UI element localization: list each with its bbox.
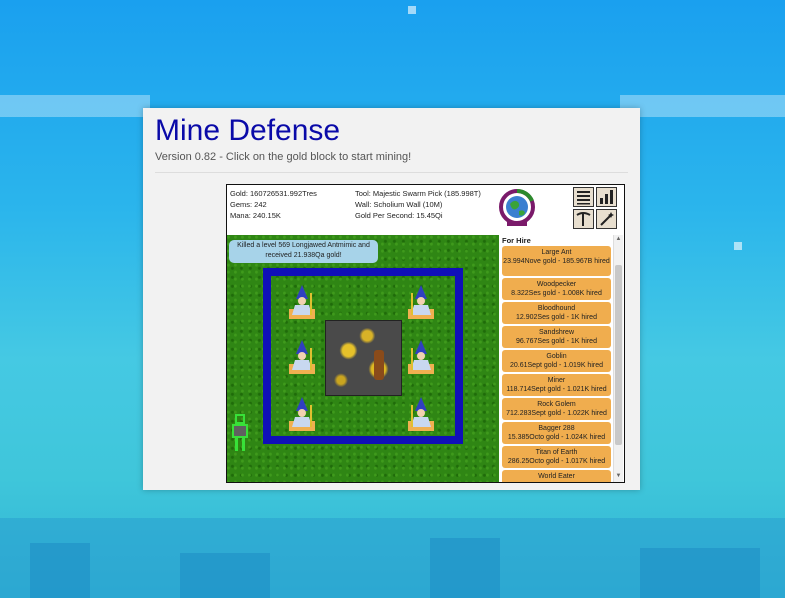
stats-chart-icon [600,190,613,204]
gems-stat: Gems: 242 [230,200,267,209]
hire-detail: 20.61Sept gold - 1.019K hired [509,362,603,369]
hire-button-large-ant[interactable]: Large Ant 23.994Nove gold - 185.967B hire… [502,246,611,276]
game-panel: Mine Defense Version 0.82 - Click on the… [143,108,640,490]
hire-name: Rock Golem [537,401,576,408]
wizard-icon [408,340,434,374]
background-cloud [620,95,785,117]
wizard-icon [408,285,434,319]
hire-button-titan-of-earth[interactable]: Titan of Earth 286.25Octo gold - 1.017K h… [502,446,611,468]
tools-button[interactable] [573,209,594,229]
hire-name: Miner [547,377,566,384]
hire-button-woodpecker[interactable]: Woodpecker 8.322Ses gold - 1.008K hired [502,278,611,300]
hire-name: Sandshrew [538,329,575,336]
hire-detail: 286.25Octo gold - 1.017K hired [507,458,606,465]
magic-button[interactable] [596,209,617,229]
background-pixel [734,242,742,250]
hire-button-rock-golem[interactable]: Rock Golem 712.283Sept gold - 1.022K hire… [502,398,611,420]
gold-per-second-stat: Gold Per Second: 15.45Qi [355,211,443,220]
gold-stat: Gold: 160726531.992Tres [230,189,317,198]
wizard-icon [289,397,315,431]
hire-scrollbar[interactable]: ▲ ▼ [613,235,623,482]
background-skyline [640,548,760,598]
hire-name: Bagger 288 [538,425,575,432]
wizard-icon [408,397,434,431]
hire-detail: 712.283Sept gold - 1.022K hired [506,410,607,417]
hire-button-miner[interactable]: Miner 118.714Sept gold - 1.021K hired [502,374,611,396]
hire-detail: 118.714Sept gold - 1.021K hired [506,386,607,393]
scroll-up-icon[interactable]: ▲ [615,236,622,243]
hire-list: Large Ant 23.994Nove gold - 185.967B hire… [502,246,611,482]
menu-list-button[interactable] [573,187,594,207]
hire-detail: 8.322Ses gold - 1.008K hired [511,290,602,297]
hire-button-goblin[interactable]: Goblin 20.61Sept gold - 1.019K hired [502,350,611,372]
mana-stat: Mana: 240.15K [230,211,281,220]
wizard-icon [289,340,315,374]
wall-stat: Wall: Scholium Wall (10M) [355,200,443,209]
hire-button-world-eater[interactable]: World Eater [502,470,611,482]
hire-detail: 12.902Ses gold - 1K hired [516,314,597,321]
orb-icon[interactable] [499,189,535,227]
background-skyline [180,553,270,598]
hire-name: Goblin [546,353,567,360]
magic-wand-icon [600,212,614,226]
tool-stat: Tool: Majestic Swarm Pick (185.998T) [355,189,481,198]
hire-button-bagger-288[interactable]: Bagger 288 15.385Octo gold - 1.024K hired [502,422,611,444]
hire-panel: For Hire Large Ant 23.994Nove gold - 185.… [499,235,624,482]
hire-name: Large Ant [541,249,572,256]
golem-icon [232,414,248,451]
hire-button-bloodhound[interactable]: Bloodhound 12.902Ses gold - 1K hired [502,302,611,324]
scroll-down-icon[interactable]: ▼ [615,473,622,480]
miner-figure [374,350,384,380]
page-title: Mine Defense [155,114,341,147]
list-menu-icon [577,191,590,205]
background-cloud [0,95,150,117]
stats-button[interactable] [596,187,617,207]
version-subtitle: Version 0.82 - Click on the gold block t… [155,151,412,163]
gold-block[interactable] [325,320,402,396]
hire-button-sandshrew[interactable]: Sandshrew 96.767Ses gold - 1K hired [502,326,611,348]
hire-name: Titan of Earth [535,449,578,456]
hire-detail: 96.767Ses gold - 1K hired [516,338,597,345]
hire-name: Woodpecker [536,281,577,288]
wizard-icon [289,285,315,319]
background-skyline [30,543,90,598]
background-skyline [430,538,500,598]
stats-bar: Gold: 160726531.992Tres Gems: 242 Mana: … [227,185,624,235]
hire-detail: 15.385Octo gold - 1.024K hired [507,434,606,441]
hire-title: For Hire [502,236,531,245]
game-area: Gold: 160726531.992Tres Gems: 242 Mana: … [226,184,625,483]
hire-detail: 23.994Nove gold - 185.967B hired [503,258,610,265]
hire-name: World Eater [538,473,575,480]
divider [155,172,628,173]
mine-field: Killed a level 569 Longjawed Antmimic an… [227,235,499,482]
pickaxe-icon [576,212,591,226]
scroll-thumb[interactable] [615,265,622,445]
kill-notice: Killed a level 569 Longjawed Antmimic an… [229,240,378,263]
background-pixel [408,6,416,14]
hire-name: Bloodhound [537,305,576,312]
